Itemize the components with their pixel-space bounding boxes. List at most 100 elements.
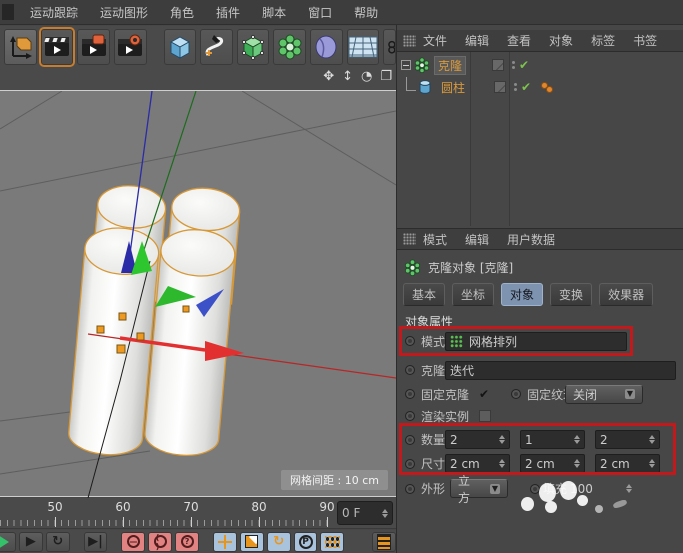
- anim-toggle-icon[interactable]: [405, 411, 415, 421]
- tree-row-cylinder[interactable]: 圆柱 ✔: [397, 76, 683, 98]
- partial-tool-icon[interactable]: [383, 29, 396, 65]
- autokey-button[interactable]: ( ): [148, 532, 172, 552]
- timeline-ruler[interactable]: 50 60 70 80 90: [0, 498, 332, 529]
- anim-toggle-icon[interactable]: [405, 459, 415, 469]
- form-dropdown[interactable]: 立方 ▼: [450, 479, 508, 498]
- size-z-input[interactable]: 2 cm: [595, 454, 660, 473]
- next-frame-button[interactable]: ▶: [19, 532, 43, 552]
- zoom-icon[interactable]: ↕: [342, 69, 353, 84]
- fill-input[interactable]: 100: [565, 479, 637, 498]
- layer-swatch[interactable]: [492, 59, 504, 71]
- goto-end-button[interactable]: ▶|: [84, 532, 108, 552]
- anim-toggle-icon[interactable]: [405, 435, 415, 445]
- spinner-icon[interactable]: [622, 484, 632, 493]
- motion-cube-tool-icon[interactable]: [77, 29, 110, 65]
- deformer-sphere-icon[interactable]: [310, 29, 343, 65]
- anim-toggle-icon[interactable]: [530, 484, 540, 494]
- menu-mograph[interactable]: 运动图形: [100, 4, 148, 21]
- spinner-icon[interactable]: [570, 459, 580, 468]
- maximize-icon[interactable]: ❐: [380, 69, 392, 84]
- om-menu-edit[interactable]: 编辑: [465, 32, 489, 49]
- tab-basic[interactable]: 基本: [403, 283, 445, 306]
- point-level-button[interactable]: [320, 532, 344, 552]
- tab-effectors[interactable]: 效果器: [599, 283, 653, 306]
- axis-tool-icon[interactable]: [4, 29, 37, 65]
- spinner-icon[interactable]: [382, 509, 388, 518]
- fix-texture-dropdown[interactable]: 关闭 ▼: [565, 385, 643, 404]
- play-button[interactable]: [0, 532, 16, 552]
- anim-toggle-icon[interactable]: [405, 484, 415, 494]
- record-key-button[interactable]: —: [121, 532, 145, 552]
- tree-row-cloner[interactable]: 克隆 ✔: [397, 54, 683, 76]
- current-frame-input[interactable]: 0 F: [337, 501, 393, 525]
- om-menu-bookmark[interactable]: 书签: [633, 32, 657, 49]
- am-menu-mode[interactable]: 模式: [423, 231, 447, 248]
- menu-help[interactable]: 帮助: [354, 4, 378, 21]
- count-x-input[interactable]: 2: [445, 430, 510, 449]
- anim-toggle-icon[interactable]: [405, 365, 415, 375]
- subdivision-cube-icon[interactable]: [237, 29, 270, 65]
- spinner-icon[interactable]: [495, 435, 505, 444]
- anim-toggle-icon[interactable]: [405, 389, 415, 399]
- object-label-cloner[interactable]: 克隆: [434, 56, 466, 75]
- anim-toggle-icon[interactable]: [511, 389, 521, 399]
- expand-icon[interactable]: [401, 60, 411, 70]
- 3d-viewport[interactable]: ✥ ↕ ◔ ❐: [0, 90, 396, 497]
- rotation-record-button[interactable]: ↻: [267, 532, 291, 552]
- menu-script[interactable]: 脚本: [262, 4, 286, 21]
- count-y-input[interactable]: 1: [520, 430, 585, 449]
- menu-window[interactable]: 窗口: [308, 4, 332, 21]
- layer-swatch[interactable]: [494, 81, 506, 93]
- tab-object[interactable]: 对象: [501, 283, 543, 306]
- om-menu-file[interactable]: 文件: [423, 32, 447, 49]
- size-y-input[interactable]: 2 cm: [520, 454, 585, 473]
- tab-transform[interactable]: 变换: [550, 283, 592, 306]
- scale-record-button[interactable]: [240, 532, 264, 552]
- render-instances-checkbox[interactable]: [479, 410, 491, 422]
- enable-check-icon[interactable]: ✔: [519, 58, 529, 72]
- count-z-input[interactable]: 2: [595, 430, 660, 449]
- position-record-button[interactable]: [213, 532, 237, 552]
- menu-character[interactable]: 角色: [170, 4, 194, 21]
- cube-primitive-icon[interactable]: [164, 29, 197, 65]
- spinner-icon[interactable]: [645, 435, 655, 444]
- menu-plugins[interactable]: 插件: [216, 4, 240, 21]
- loop-button[interactable]: ↻: [46, 532, 70, 552]
- visibility-dots[interactable]: [512, 61, 515, 69]
- om-menu-tag[interactable]: 标签: [591, 32, 615, 49]
- anim-toggle-icon[interactable]: [405, 336, 415, 346]
- mode-dropdown[interactable]: 网格排列: [445, 332, 627, 351]
- filmstrip-button[interactable]: [372, 532, 396, 552]
- panel-grip-icon[interactable]: [403, 35, 416, 47]
- motion-gear-tool-icon[interactable]: [114, 29, 147, 65]
- enable-check-icon[interactable]: ✔: [521, 80, 531, 94]
- viewport-canvas[interactable]: [0, 91, 396, 498]
- clone-tag-icon[interactable]: [541, 82, 553, 93]
- am-menu-edit[interactable]: 编辑: [465, 231, 489, 248]
- clones-dropdown[interactable]: 迭代: [445, 361, 676, 380]
- menu-motion-tracker[interactable]: 运动跟踪: [30, 4, 78, 21]
- spinner-icon[interactable]: [495, 459, 505, 468]
- spinner-icon[interactable]: [645, 459, 655, 468]
- panel-grip-icon[interactable]: [403, 233, 416, 245]
- size-x-input[interactable]: 2 cm: [445, 454, 510, 473]
- visibility-dots[interactable]: [514, 83, 517, 91]
- fix-clone-label: 固定克隆: [421, 386, 469, 403]
- om-menu-object[interactable]: 对象: [549, 32, 573, 49]
- floor-grid-icon[interactable]: [347, 29, 380, 65]
- fix-clone-checkbox[interactable]: ✔: [479, 387, 489, 401]
- om-menu-view[interactable]: 查看: [507, 32, 531, 49]
- spinner-icon[interactable]: [570, 435, 580, 444]
- motion-clip-tool-icon[interactable]: [41, 29, 74, 65]
- keyframe-options-button[interactable]: ?: [175, 532, 199, 552]
- orbit-icon[interactable]: ◔: [361, 69, 372, 84]
- section-object-properties: 对象属性: [405, 313, 453, 330]
- tab-coordinates[interactable]: 坐标: [452, 283, 494, 306]
- object-label-cylinder[interactable]: 圆柱: [438, 79, 468, 96]
- parameter-record-button[interactable]: P: [294, 532, 318, 552]
- cloned-cylinders[interactable]: [67, 178, 241, 464]
- spline-pen-icon[interactable]: [200, 29, 233, 65]
- array-flower-icon[interactable]: [273, 29, 306, 65]
- am-menu-userdata[interactable]: 用户数据: [507, 231, 555, 248]
- pan-icon[interactable]: ✥: [323, 69, 334, 84]
